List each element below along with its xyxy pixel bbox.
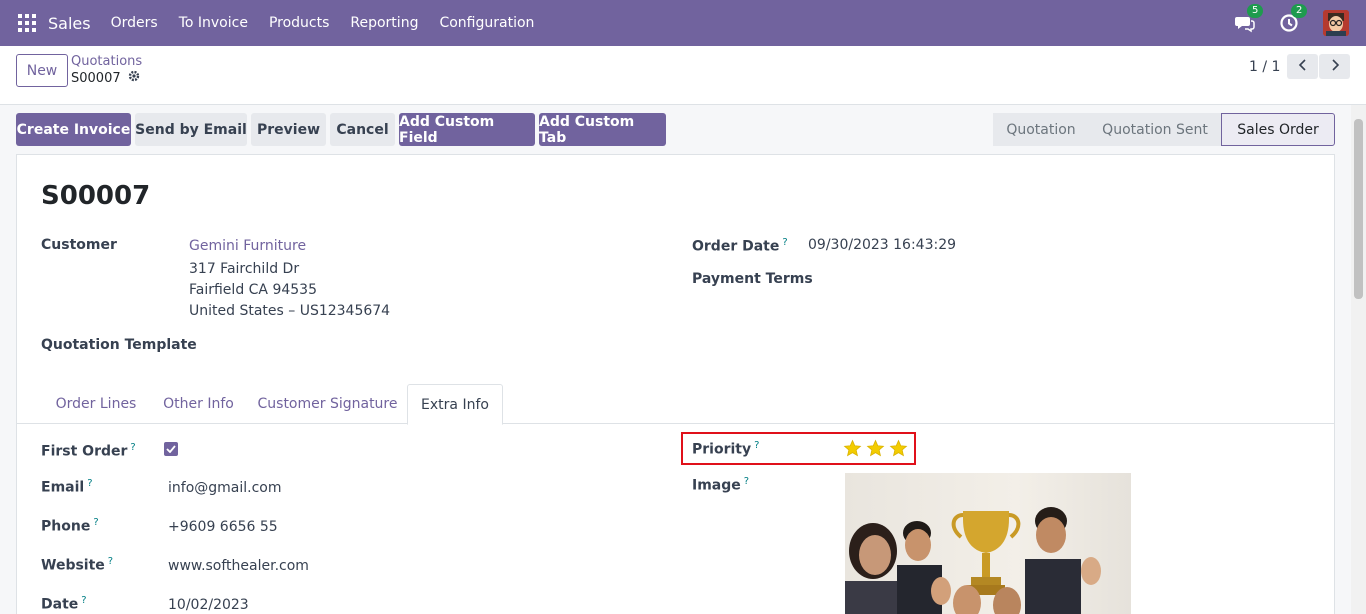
- pager-next-button[interactable]: [1319, 54, 1350, 79]
- scrollbar-thumb[interactable]: [1354, 119, 1363, 299]
- priority-star-icon[interactable]: [889, 439, 908, 458]
- send-by-email-button[interactable]: Send by Email: [135, 113, 247, 146]
- image-field[interactable]: [845, 473, 1131, 614]
- menu-reporting[interactable]: Reporting: [350, 15, 418, 31]
- help-icon[interactable]: ?: [754, 440, 759, 451]
- quotation-template-label: Quotation Template: [41, 337, 197, 353]
- breadcrumb-current-label: S00007: [71, 70, 121, 86]
- phone-field[interactable]: +9609 6656 55: [168, 519, 278, 535]
- help-icon[interactable]: ?: [87, 478, 92, 489]
- menu-configuration[interactable]: Configuration: [439, 15, 534, 31]
- date-label-text: Date: [41, 596, 79, 613]
- help-icon[interactable]: ?: [744, 476, 749, 487]
- image-label-text: Image: [692, 477, 741, 494]
- messages-badge: 5: [1247, 4, 1264, 18]
- website-label-text: Website: [41, 557, 105, 574]
- create-invoice-button[interactable]: Create Invoice: [16, 113, 131, 146]
- new-button[interactable]: New: [16, 54, 68, 87]
- stage-quotation[interactable]: Quotation: [993, 113, 1089, 146]
- first-order-label-text: First Order: [41, 443, 128, 460]
- apps-grid-icon[interactable]: [18, 14, 36, 32]
- pager-previous-button[interactable]: [1287, 54, 1318, 79]
- menu-products[interactable]: Products: [269, 15, 329, 31]
- help-icon[interactable]: ?: [782, 237, 787, 248]
- clock-icon[interactable]: 2: [1279, 4, 1308, 33]
- tab-order-lines[interactable]: Order Lines: [43, 384, 149, 424]
- email-label: Email?: [41, 478, 93, 496]
- app-name[interactable]: Sales: [48, 14, 91, 33]
- add-custom-tab-button[interactable]: Add Custom Tab: [539, 113, 666, 146]
- customer-label: Customer: [41, 237, 117, 253]
- priority-star-icon[interactable]: [843, 439, 862, 458]
- help-icon[interactable]: ?: [130, 442, 135, 453]
- stage-sales-order[interactable]: Sales Order: [1221, 113, 1335, 146]
- help-icon[interactable]: ?: [93, 517, 98, 528]
- first-order-label: First Order?: [41, 442, 136, 460]
- phone-label: Phone?: [41, 517, 99, 535]
- customer-address-line2: Fairfield CA 94535: [189, 282, 317, 298]
- gear-icon[interactable]: [128, 70, 140, 86]
- image-label: Image?: [692, 476, 749, 494]
- tab-customer-signature[interactable]: Customer Signature: [248, 384, 407, 424]
- customer-address-line3: United States – US12345674: [189, 303, 391, 319]
- form-sheet: S00007 Customer Gemini Furniture 317 Fai…: [16, 154, 1335, 614]
- breadcrumb-quotations[interactable]: Quotations: [71, 54, 142, 69]
- priority-highlight: Priority?: [681, 432, 916, 465]
- status-bar: Quotation Quotation Sent Sales Order: [993, 113, 1335, 146]
- cancel-button[interactable]: Cancel: [330, 113, 395, 146]
- page-scrollbar[interactable]: [1351, 105, 1366, 614]
- notebook-tabs: Order Lines Other Info Customer Signatur…: [17, 384, 1334, 425]
- email-label-text: Email: [41, 479, 85, 496]
- stage-quotation-sent[interactable]: Quotation Sent: [1089, 113, 1221, 146]
- date-field[interactable]: 10/02/2023: [168, 597, 249, 613]
- priority-label-text: Priority: [692, 441, 752, 458]
- date-label: Date?: [41, 595, 87, 613]
- control-panel: New Quotations S00007 1 / 1: [0, 46, 1366, 105]
- website-label: Website?: [41, 556, 113, 574]
- pager-value[interactable]: 1 / 1: [1249, 59, 1280, 75]
- menu-orders[interactable]: Orders: [111, 15, 158, 31]
- payment-terms-label: Payment Terms: [692, 271, 813, 287]
- order-date-label-text: Order Date: [692, 238, 780, 255]
- tab-extra-info[interactable]: Extra Info: [407, 384, 503, 425]
- user-avatar[interactable]: [1323, 10, 1349, 36]
- customer-link[interactable]: Gemini Furniture: [189, 238, 306, 254]
- website-field[interactable]: www.softhealer.com: [168, 558, 309, 574]
- preview-button[interactable]: Preview: [251, 113, 326, 146]
- order-date-label: Order Date?: [692, 237, 788, 255]
- add-custom-field-button[interactable]: Add Custom Field: [399, 113, 535, 146]
- chat-icon[interactable]: 5: [1235, 4, 1264, 33]
- breadcrumb-current: S00007: [71, 70, 140, 86]
- first-order-checkbox[interactable]: [164, 442, 178, 456]
- main-navbar: Sales Orders To Invoice Products Reporti…: [0, 0, 1366, 46]
- chevron-left-icon: [1298, 58, 1308, 75]
- priority-star-icon[interactable]: [866, 439, 885, 458]
- menu-to-invoice[interactable]: To Invoice: [179, 15, 248, 31]
- order-date-field[interactable]: 09/30/2023 16:43:29: [808, 237, 956, 253]
- chevron-right-icon: [1330, 58, 1340, 75]
- activities-badge: 2: [1291, 4, 1308, 18]
- tab-other-info[interactable]: Other Info: [149, 384, 248, 424]
- email-field[interactable]: info@gmail.com: [168, 480, 282, 496]
- help-icon[interactable]: ?: [81, 595, 86, 606]
- help-icon[interactable]: ?: [108, 556, 113, 567]
- record-title: S00007: [41, 181, 151, 211]
- phone-label-text: Phone: [41, 518, 91, 535]
- customer-address-line1: 317 Fairchild Dr: [189, 261, 300, 277]
- priority-label: Priority?: [692, 440, 759, 458]
